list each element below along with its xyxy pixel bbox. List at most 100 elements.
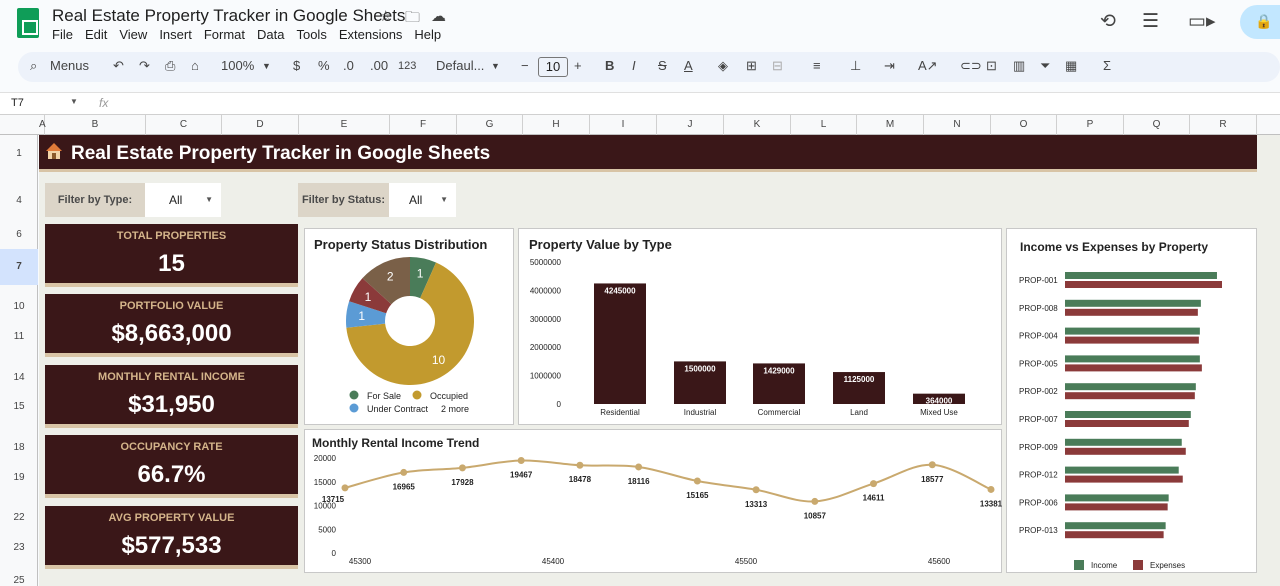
menu-data[interactable]: Data	[257, 27, 284, 42]
column-header[interactable]: L	[791, 115, 857, 135]
column-header[interactable]: D	[222, 115, 299, 135]
data-label: 17928	[451, 478, 474, 487]
row-header[interactable]: 15	[0, 401, 38, 412]
borders-icon[interactable]: ⊞	[746, 58, 757, 74]
print-icon[interactable]: ⎙	[165, 58, 175, 74]
insert-link-icon[interactable]: ⊂⊃	[960, 58, 982, 74]
increase-decimal-button[interactable]: .00	[370, 58, 388, 73]
column-header[interactable]: O	[991, 115, 1057, 135]
search-menus-button[interactable]: Menus	[50, 58, 89, 73]
font-size-input[interactable]: 10	[538, 57, 568, 77]
comments-icon[interactable]: ☰	[1142, 10, 1159, 33]
chevron-down-icon[interactable]: ▼	[491, 61, 500, 71]
row-header[interactable]: 14	[0, 372, 38, 383]
star-icon[interactable]: ☆	[379, 7, 392, 25]
column-header[interactable]: P	[1057, 115, 1124, 135]
insert-chart-icon[interactable]: ▥	[1013, 58, 1025, 74]
text-wrap-icon[interactable]: ⇥	[884, 58, 895, 74]
merge-cells-icon[interactable]: ⊟	[772, 58, 783, 74]
column-header[interactable]: R	[1190, 115, 1257, 135]
column-header[interactable]: G	[457, 115, 523, 135]
vertical-align-icon[interactable]: ⊥	[850, 58, 861, 74]
strikethrough-button[interactable]: S	[658, 58, 667, 73]
data-point	[635, 463, 643, 471]
sheets-logo-icon[interactable]	[17, 8, 39, 38]
x-tick-label: 45600	[928, 557, 951, 566]
menu-extensions[interactable]: Extensions	[339, 27, 403, 42]
menu-tools[interactable]: Tools	[296, 27, 326, 42]
font-select[interactable]: Defaul...	[436, 58, 484, 73]
share-button[interactable]: 🔒	[1240, 5, 1280, 39]
column-header[interactable]: H	[523, 115, 590, 135]
bold-button[interactable]: B	[605, 58, 614, 73]
increase-font-icon[interactable]: +	[574, 58, 582, 73]
version-history-icon[interactable]: ⟲	[1100, 10, 1116, 33]
chevron-down-icon[interactable]: ▼	[70, 97, 78, 106]
column-header[interactable]: K	[724, 115, 791, 135]
row-header[interactable]: 19	[0, 472, 38, 483]
column-header[interactable]: N	[924, 115, 991, 135]
row-header[interactable]: 18	[0, 442, 38, 453]
filter-icon[interactable]: ⏷	[1040, 58, 1050, 74]
bar	[1065, 383, 1196, 391]
zoom-select[interactable]: 100%	[221, 58, 254, 73]
italic-button[interactable]: I	[632, 58, 636, 73]
menu-insert[interactable]: Insert	[159, 27, 192, 42]
row-header[interactable]: 4	[0, 195, 38, 206]
name-box[interactable]: T7	[11, 97, 24, 109]
redo-icon[interactable]: ↷	[139, 58, 150, 74]
menu-view[interactable]: View	[119, 27, 147, 42]
column-header[interactable]: E	[299, 115, 390, 135]
text-rotation-icon[interactable]: A↗	[918, 58, 938, 74]
row-header[interactable]: 6	[0, 229, 38, 240]
income-expenses-chart[interactable]: Income vs Expenses by Property PROP-001 P…	[1006, 228, 1257, 573]
row-header[interactable]: 25	[0, 575, 38, 586]
value-by-type-chart[interactable]: Property Value by Type 0 1000000 2000000 30…	[518, 228, 1002, 425]
chevron-down-icon[interactable]: ▼	[262, 61, 271, 71]
column-header[interactable]: I	[590, 115, 657, 135]
column-header[interactable]: C	[146, 115, 222, 135]
row-header[interactable]: 11	[0, 331, 38, 342]
menu-file[interactable]: File	[52, 27, 73, 42]
legend-more: 2 more	[441, 404, 469, 414]
paint-format-icon[interactable]: ⌂	[191, 58, 199, 73]
text-color-button[interactable]: A	[684, 58, 693, 73]
filter-type-dropdown[interactable]: All ▼	[145, 183, 221, 217]
currency-format-button[interactable]: $	[293, 58, 300, 73]
column-header[interactable]: J	[657, 115, 724, 135]
column-header[interactable]: M	[857, 115, 924, 135]
category-label: PROP-002	[1019, 387, 1058, 396]
status-distribution-chart[interactable]: Property Status Distribution 1 10 1 1 2 For S…	[304, 228, 514, 425]
menu-edit[interactable]: Edit	[85, 27, 107, 42]
fill-color-icon[interactable]: ◈	[718, 58, 728, 74]
menu-help[interactable]: Help	[414, 27, 441, 42]
meet-icon[interactable]: ▭▸	[1188, 10, 1216, 33]
decrease-font-icon[interactable]: −	[521, 58, 529, 73]
decrease-decimal-button[interactable]: .0	[343, 58, 354, 73]
insert-comment-icon[interactable]: ⊡	[986, 58, 997, 74]
filter-status-dropdown[interactable]: All ▼	[389, 183, 456, 217]
row-header[interactable]: 22	[0, 512, 38, 523]
menu-format[interactable]: Format	[204, 27, 245, 42]
column-header[interactable]: B	[45, 115, 146, 135]
cloud-status-icon[interactable]: ☁	[431, 7, 446, 25]
filter-views-icon[interactable]: ▦	[1065, 58, 1077, 74]
document-title[interactable]: Real Estate Property Tracker in Google S…	[52, 6, 405, 26]
percent-format-button[interactable]: %	[318, 58, 330, 73]
align-left-icon[interactable]: ≡	[813, 58, 821, 73]
functions-button[interactable]: Σ	[1103, 58, 1111, 73]
pie-chart-svg: 110112For Sale OccupiedUnder Contract 2 mo…	[346, 257, 474, 414]
category-label: PROP-009	[1019, 443, 1058, 452]
column-header[interactable]: Q	[1124, 115, 1190, 135]
formula-bar: T7 ▼ fx	[0, 92, 1280, 114]
column-header[interactable]: F	[390, 115, 457, 135]
x-tick-label: Mixed Use	[920, 408, 958, 417]
number-format-button[interactable]: 123	[398, 60, 416, 72]
row-header[interactable]: 7	[0, 249, 38, 285]
undo-icon[interactable]: ↶	[113, 58, 124, 74]
row-header[interactable]: 1	[0, 148, 38, 159]
row-header[interactable]: 10	[0, 301, 38, 312]
row-header[interactable]: 23	[0, 542, 38, 553]
search-icon[interactable]: ⌕	[30, 58, 37, 74]
rental-trend-chart[interactable]: Monthly Rental Income Trend 0 5000 10000 15…	[304, 429, 1003, 573]
